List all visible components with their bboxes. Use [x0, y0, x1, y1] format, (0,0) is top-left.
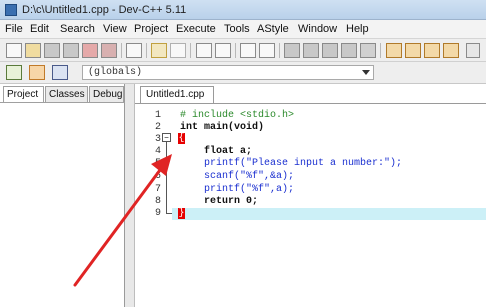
arrow-shaft — [73, 168, 162, 287]
annotation-arrow — [73, 154, 172, 287]
arrow-head — [151, 154, 172, 176]
